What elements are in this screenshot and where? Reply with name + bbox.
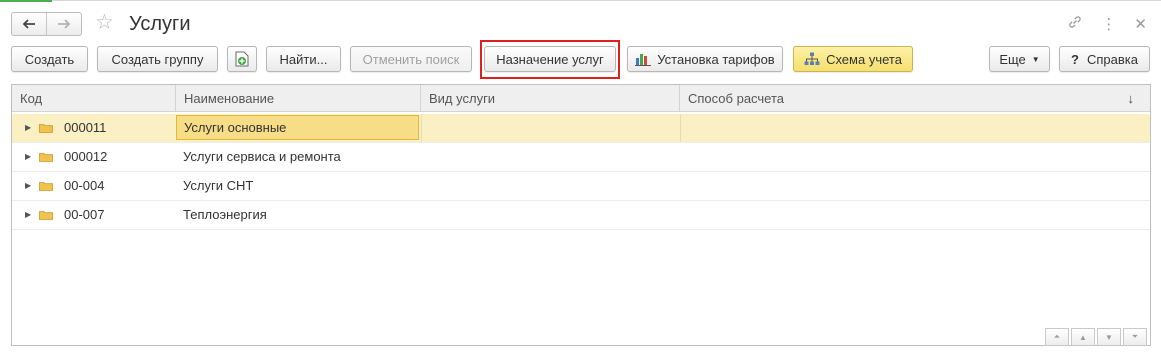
cell-calc-method xyxy=(680,114,1150,142)
hierarchy-icon xyxy=(804,52,820,66)
go-down-icon[interactable]: ▼ xyxy=(1097,328,1121,346)
help-button[interactable]: ? Справка xyxy=(1059,46,1150,72)
cell-name: Услуги СНТ xyxy=(183,178,254,193)
accounting-scheme-button[interactable]: Схема учета xyxy=(793,46,913,72)
top-border xyxy=(52,0,1161,1)
highlight-frame xyxy=(480,40,620,79)
help-icon: ? xyxy=(1071,51,1079,67)
expand-icon[interactable]: ▶ xyxy=(25,143,31,171)
favorite-star-icon[interactable]: ☆ xyxy=(95,11,114,35)
page-title: Услуги xyxy=(129,13,191,35)
folder-icon xyxy=(39,182,53,191)
expand-icon[interactable]: ▶ xyxy=(25,201,31,229)
cell-code: 00-007 xyxy=(64,207,105,222)
more-button[interactable]: Еще ▼ xyxy=(989,46,1050,72)
arrow-left-icon xyxy=(22,19,35,29)
copy-button[interactable] xyxy=(227,46,257,72)
chevron-down-icon: ▼ xyxy=(1031,54,1040,64)
table-row[interactable]: ▶ 000011 Услуги основные xyxy=(12,114,1150,143)
close-icon[interactable]: ✕ xyxy=(1134,15,1147,35)
folder-icon xyxy=(39,153,53,162)
go-up-icon[interactable]: ▲ xyxy=(1071,328,1095,346)
create-group-button[interactable]: Создать группу xyxy=(97,46,218,72)
arrow-right-icon xyxy=(58,19,71,29)
go-first-icon[interactable]: ⏶ xyxy=(1045,328,1069,346)
more-menu-icon[interactable]: ⋮ xyxy=(1101,15,1116,35)
cell-name[interactable]: Услуги основные xyxy=(176,115,419,140)
set-tariffs-button[interactable]: Установка тарифов xyxy=(627,46,783,72)
cell-code: 000012 xyxy=(64,149,108,164)
services-table: Код Наименование Вид услуги Способ расче… xyxy=(11,84,1151,346)
cell-name: Теплоэнергия xyxy=(183,207,267,222)
history-nav xyxy=(11,12,82,36)
cell-service-type xyxy=(421,114,680,142)
table-row[interactable]: ▶ 00-007 Теплоэнергия xyxy=(12,201,1150,230)
forward-button[interactable] xyxy=(47,13,81,35)
expand-icon[interactable]: ▶ xyxy=(25,172,31,200)
cell-name: Услуги сервиса и ремонта xyxy=(183,149,341,164)
cancel-search-button[interactable]: Отменить поиск xyxy=(350,46,472,72)
expand-icon[interactable]: ▶ xyxy=(25,114,31,142)
more-label: Еще xyxy=(999,51,1026,67)
help-label: Справка xyxy=(1086,51,1138,67)
go-last-icon[interactable]: ⏷ xyxy=(1123,328,1147,346)
find-button[interactable]: Найти... xyxy=(266,46,341,72)
folder-icon xyxy=(39,211,53,220)
column-header-service-type[interactable]: Вид услуги xyxy=(421,85,680,112)
link-icon[interactable] xyxy=(1067,14,1083,36)
sort-down-icon[interactable]: ↓ xyxy=(1128,85,1135,112)
column-header-calc-method[interactable]: Способ расчета xyxy=(680,85,1150,112)
title-bar: ☆ Услуги ⋮ ✕ xyxy=(0,2,1161,44)
cell-code: 00-004 xyxy=(64,178,105,193)
create-button[interactable]: Создать xyxy=(11,46,88,72)
window-controls: ⋮ ✕ xyxy=(1067,14,1147,36)
table-header: Код Наименование Вид услуги Способ расче… xyxy=(12,85,1150,112)
back-button[interactable] xyxy=(12,13,46,35)
folder-icon xyxy=(39,124,53,133)
column-header-name[interactable]: Наименование xyxy=(176,85,421,112)
cell-code: 000011 xyxy=(64,120,107,135)
add-copy-icon xyxy=(235,51,249,67)
column-header-code[interactable]: Код xyxy=(12,85,176,112)
accounting-scheme-label: Схема учета xyxy=(826,51,902,67)
list-navigation: ⏶ ▲ ▼ ⏷ xyxy=(1045,328,1147,346)
table-row[interactable]: ▶ 000012 Услуги сервиса и ремонта xyxy=(12,143,1150,172)
table-row[interactable]: ▶ 00-004 Услуги СНТ xyxy=(12,172,1150,201)
bar-chart-icon xyxy=(635,52,652,66)
set-tariffs-label: Установка тарифов xyxy=(657,51,775,67)
